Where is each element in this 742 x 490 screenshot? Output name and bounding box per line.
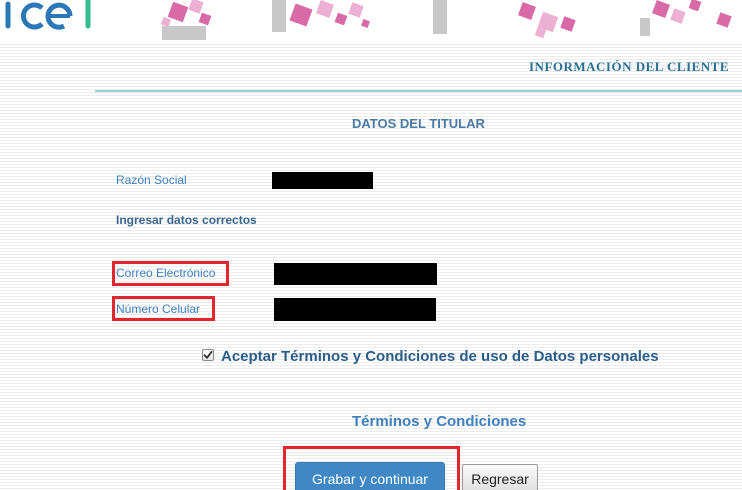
notice-text: Ingresar datos correctos — [116, 213, 257, 227]
section-divider — [95, 90, 742, 92]
header-banner — [0, 0, 742, 44]
section-title: INFORMACIÓN DEL CLIENTE — [529, 59, 730, 74]
checkmark-icon — [203, 350, 213, 359]
email-label: Correo Electrónico — [116, 266, 216, 280]
phone-field[interactable] — [274, 298, 436, 321]
phone-label: Número Celular — [116, 302, 201, 316]
email-field[interactable] — [274, 263, 437, 285]
terms-checkbox-label[interactable]: Aceptar Términos y Condiciones de uso de… — [221, 348, 659, 365]
terms-checkbox[interactable] — [202, 349, 214, 361]
razon-social-value — [272, 172, 373, 189]
terms-link[interactable]: Términos y Condiciones — [352, 413, 526, 430]
brand-logo — [5, 0, 91, 30]
back-button[interactable]: Regresar — [462, 464, 538, 490]
razon-social-label: Razón Social — [116, 173, 187, 187]
form-title: DATOS DEL TITULAR — [352, 116, 485, 131]
save-button[interactable]: Grabar y continuar — [295, 462, 445, 490]
